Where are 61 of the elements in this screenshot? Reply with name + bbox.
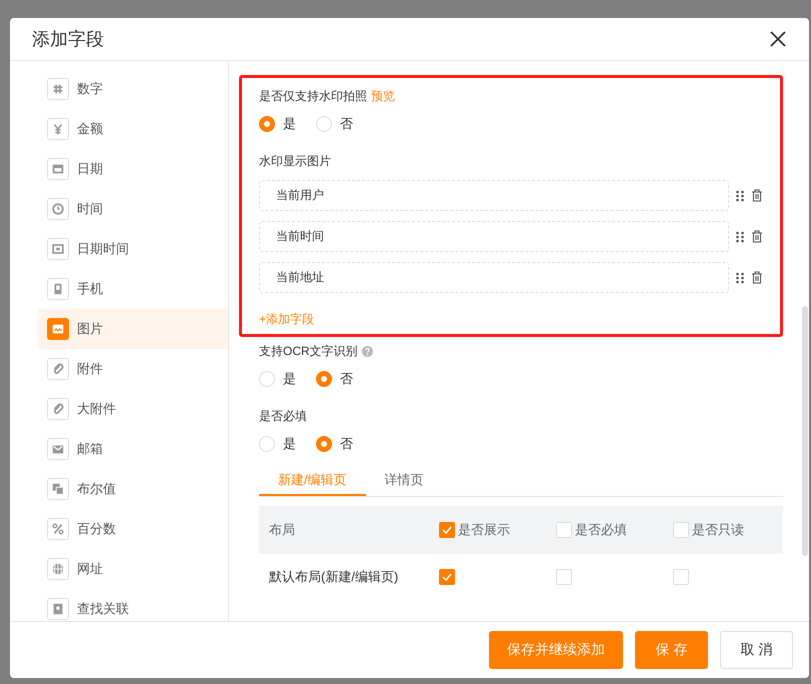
checkbox[interactable] [439, 569, 455, 585]
sidebar-item[interactable]: 数字 [38, 69, 228, 109]
sidebar-item[interactable]: 大附件 [38, 389, 228, 429]
sidebar-item[interactable]: 查找关联 [38, 589, 228, 621]
field-type-icon [47, 118, 69, 140]
field-label: 支持OCR文字识别 [259, 343, 358, 360]
column-header: 是否展示 [458, 521, 510, 539]
delete-icon[interactable] [751, 271, 763, 284]
sidebar-item[interactable]: 百分数 [38, 509, 228, 549]
field-type-icon [47, 398, 69, 420]
sidebar-item[interactable]: 时间 [38, 189, 228, 229]
radio-option[interactable]: 否 [316, 115, 353, 133]
sidebar-item[interactable]: 邮箱 [38, 429, 228, 469]
sidebar-item[interactable]: 网址 [38, 549, 228, 589]
field-type-icon [47, 358, 69, 380]
radio-option[interactable]: 是 [259, 435, 296, 453]
check-icon [442, 526, 452, 534]
sidebar-item[interactable]: 手机 [38, 269, 228, 309]
input-field[interactable]: 当前地址 [259, 262, 729, 293]
drag-handle-icon[interactable] [735, 272, 745, 284]
delete-icon[interactable] [751, 230, 763, 243]
radio-option[interactable]: 是 [259, 370, 296, 388]
field-type-icon [47, 438, 69, 460]
table-cell-text: 默认布局(新建/编辑页) [269, 568, 400, 586]
sidebar-item[interactable]: 布尔值 [38, 469, 228, 509]
field-type-icon [47, 518, 69, 540]
check-icon [442, 573, 452, 581]
close-icon[interactable] [769, 30, 787, 48]
input-field[interactable]: 当前时间 [259, 221, 729, 252]
drag-handle-icon[interactable] [735, 230, 745, 242]
tab[interactable]: 详情页 [366, 471, 443, 496]
drag-handle-icon[interactable] [735, 190, 745, 202]
field-type-icon [47, 478, 69, 500]
field-type-icon [47, 198, 69, 220]
column-header: 是否只读 [692, 521, 744, 539]
input-field[interactable]: 当前用户 [259, 180, 729, 211]
checkbox[interactable] [439, 522, 455, 538]
sidebar-item[interactable]: 附件 [38, 349, 228, 389]
field-label: 是否必填 [259, 408, 307, 425]
column-header: 布局 [269, 521, 295, 539]
dialog-button[interactable]: 取 消 [720, 631, 793, 669]
radio-option[interactable]: 是 [259, 115, 296, 133]
field-type-icon [47, 558, 69, 580]
column-header: 是否必填 [575, 521, 627, 539]
delete-icon[interactable] [751, 189, 763, 202]
radio-option[interactable]: 否 [316, 370, 353, 388]
sidebar-item[interactable]: 日期 [38, 149, 228, 189]
scrollbar-thumb[interactable] [802, 306, 808, 556]
help-icon[interactable] [362, 346, 373, 357]
field-type-icon [47, 318, 69, 340]
field-label: 是否仅支持水印拍照 [259, 88, 367, 105]
field-type-icon [47, 238, 69, 260]
field-label: 水印显示图片 [259, 153, 331, 170]
field-type-icon [47, 278, 69, 300]
sidebar-item[interactable]: 金额 [38, 109, 228, 149]
field-type-icon [47, 158, 69, 180]
field-type-icon [47, 78, 69, 100]
sidebar-item[interactable]: 日期时间 [38, 229, 228, 269]
dialog-title: 添加字段 [32, 28, 104, 51]
sidebar-item[interactable]: 图片 [38, 309, 228, 349]
radio-option[interactable]: 否 [316, 435, 353, 453]
